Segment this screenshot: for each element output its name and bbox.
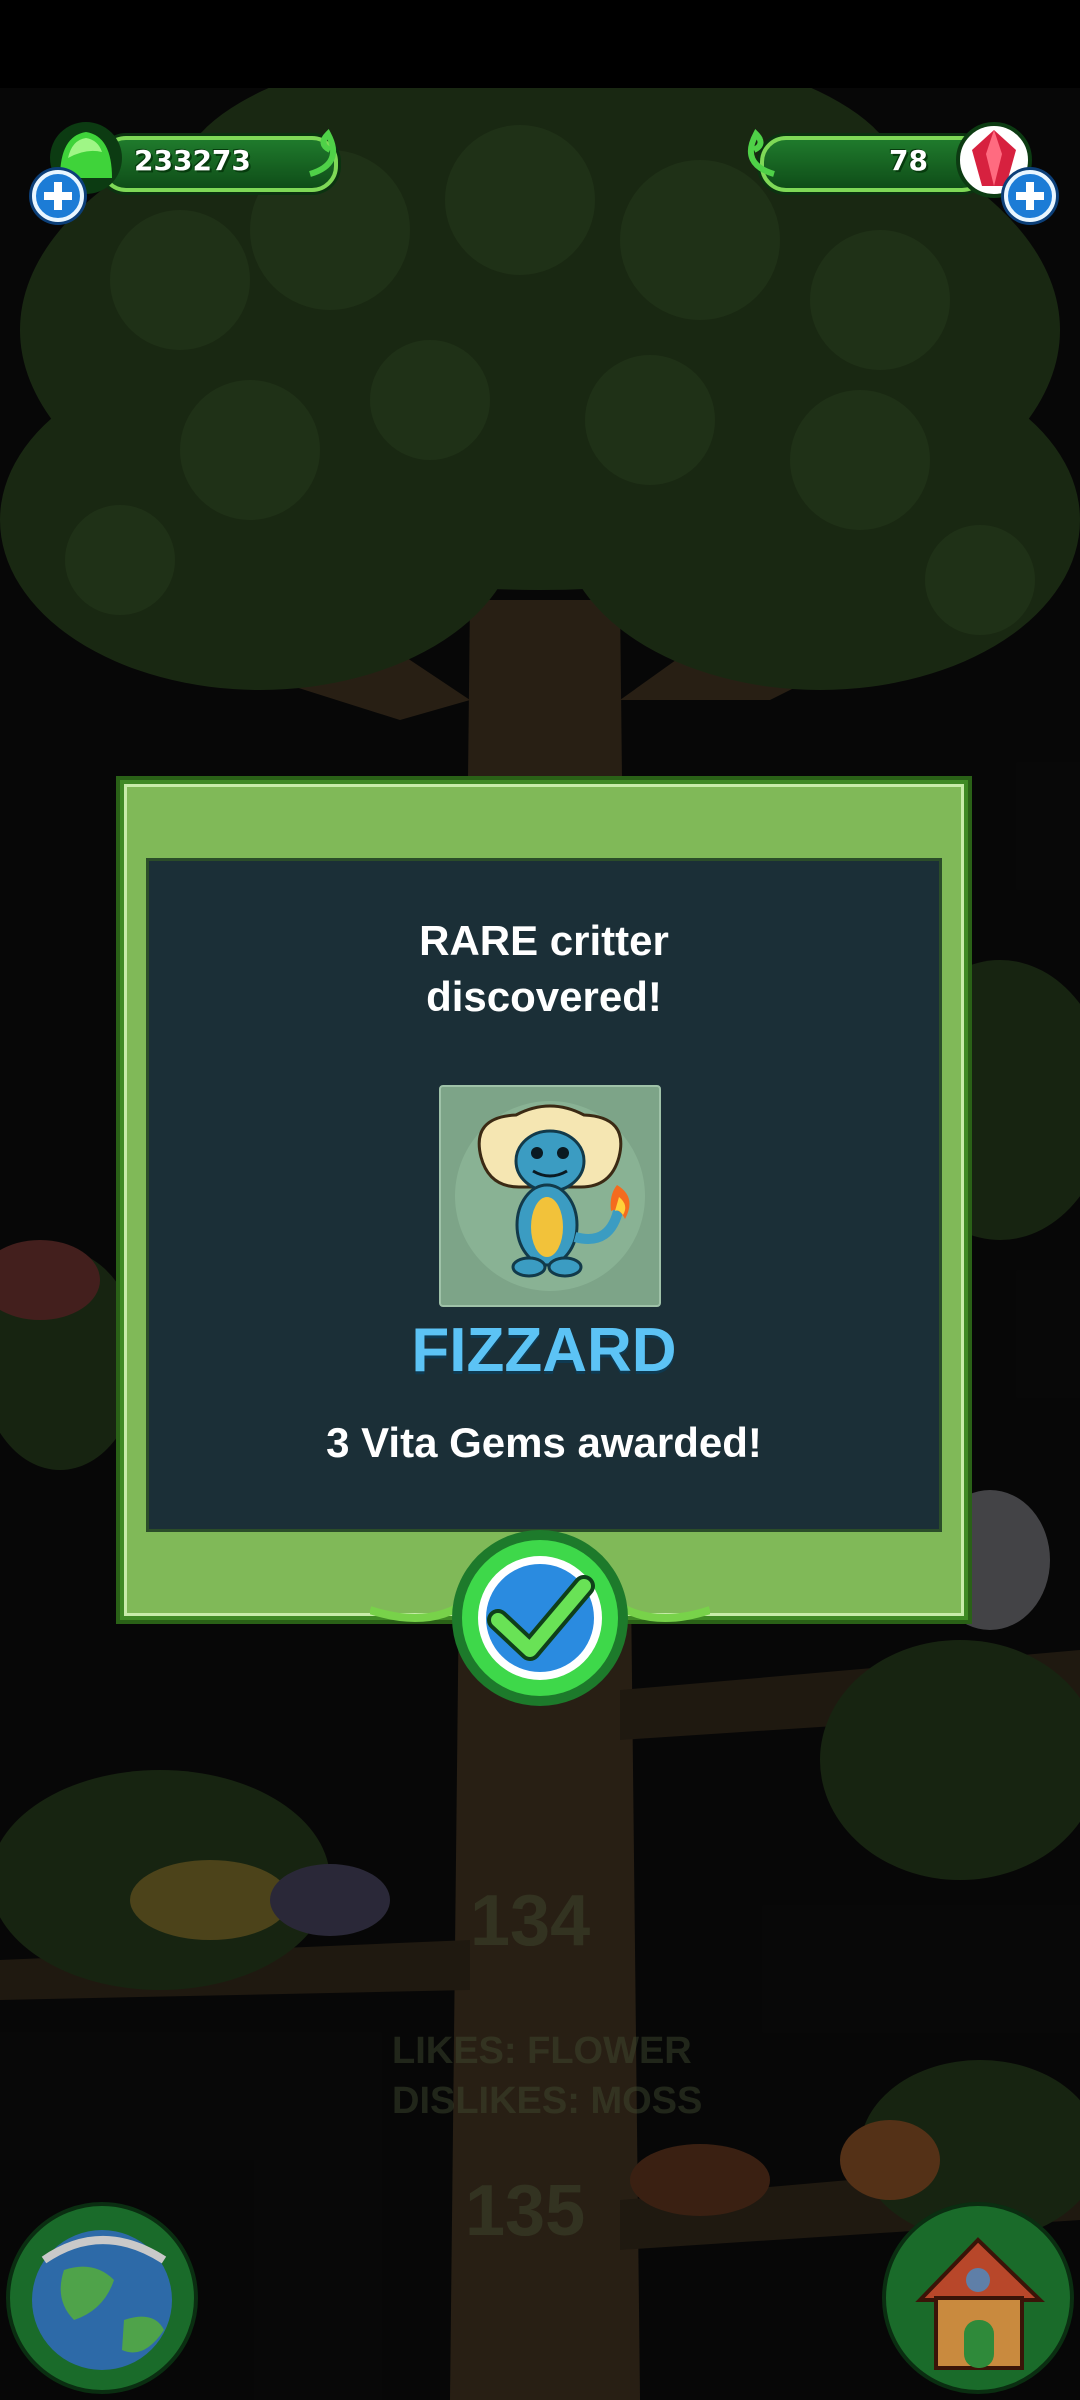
vine-ornament-icon — [748, 129, 775, 177]
reward-text: 3 Vita Gems awarded! — [326, 1419, 762, 1466]
crystal-count: 78 — [889, 144, 928, 177]
game-screen: 134 135 LIKES: FLOWER DISLIKES: MOSS 233… — [0, 0, 1080, 2400]
fizzard-critter-icon — [455, 1101, 645, 1291]
discovery-dialog: RARE critter discovered! FIZZARD 3 Vita … — [120, 780, 968, 1620]
house-icon — [882, 2202, 1074, 2394]
home-button[interactable] — [880, 2200, 1076, 2396]
plus-icon — [44, 182, 72, 210]
status-bar — [0, 0, 1080, 88]
globe-icon — [6, 2202, 198, 2394]
gem-count: 233273 — [134, 144, 251, 177]
critter-name: FIZZARD — [411, 1316, 677, 1385]
plus-icon — [1016, 182, 1044, 210]
vine-ornament-icon — [309, 129, 336, 177]
critter-portrait — [439, 1085, 661, 1307]
gem-counter: 233273 — [100, 136, 338, 192]
confirm-button[interactable] — [368, 1530, 712, 1710]
add-crystals-button[interactable] — [1004, 170, 1056, 222]
world-map-button[interactable] — [4, 2200, 200, 2396]
dialog-panel: RARE critter discovered! FIZZARD 3 Vita … — [146, 858, 942, 1532]
add-gems-button[interactable] — [32, 170, 84, 222]
dialog-title: RARE critter discovered! — [419, 917, 669, 1020]
